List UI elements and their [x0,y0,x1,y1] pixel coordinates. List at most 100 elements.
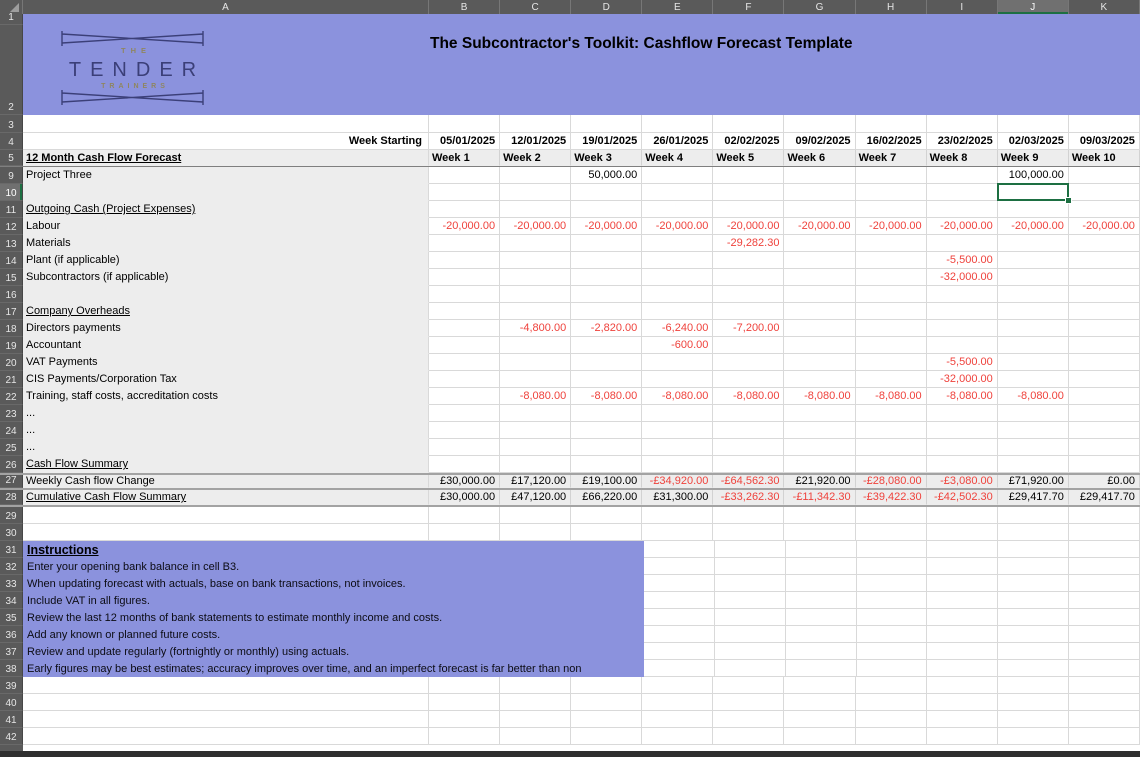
selected-cell-J10[interactable] [998,184,1069,201]
cell-J4[interactable]: 02/03/2025 [998,133,1069,150]
cell-F27[interactable]: -£64,562.30 [713,475,784,488]
cell-K13[interactable] [1069,235,1140,252]
cell-J12[interactable]: -20,000.00 [998,218,1069,235]
cell-F22[interactable]: -8,080.00 [713,388,784,405]
cell-A10[interactable] [23,184,429,201]
cell-J5[interactable]: Week 9 [998,150,1069,166]
cell-H39[interactable] [856,677,927,694]
cell-C10[interactable] [500,184,571,201]
instructions-row-33[interactable]: When updating forecast with actuals, bas… [23,575,644,592]
cell-C5[interactable]: Week 2 [500,150,571,166]
column-header-G[interactable]: G [784,0,855,14]
cell-G37[interactable] [786,643,857,660]
row-header-34[interactable]: 34 [0,592,23,609]
row-header-35[interactable]: 35 [0,609,23,626]
cell-E28[interactable]: £31,300.00 [642,490,713,505]
cell-A39[interactable] [23,677,429,694]
column-header-A[interactable]: A [23,0,429,14]
cell-A14[interactable]: Plant (if applicable) [23,252,429,269]
cell-K40[interactable] [1069,694,1140,711]
cell-B26[interactable] [429,456,500,473]
cell-J21[interactable] [998,371,1069,388]
cell-I30[interactable] [927,524,998,541]
cell-A4[interactable]: Week Starting [23,133,429,150]
cell-F36[interactable] [715,626,786,643]
cell-F41[interactable] [713,711,784,728]
cell-F3[interactable] [713,115,784,133]
row-header-14[interactable]: 14 [0,252,23,269]
cell-B21[interactable] [429,371,500,388]
cell-E36[interactable] [644,626,715,643]
cell-G22[interactable]: -8,080.00 [784,388,855,405]
row-header-15[interactable]: 15 [0,269,23,286]
cell-C12[interactable]: -20,000.00 [500,218,571,235]
cell-I38[interactable] [927,660,998,677]
cell-D13[interactable] [571,235,642,252]
cell-D14[interactable] [571,252,642,269]
cell-G39[interactable] [784,677,855,694]
cell-H41[interactable] [856,711,927,728]
cell-J37[interactable] [998,643,1069,660]
cell-A41[interactable] [23,711,429,728]
cell-C13[interactable] [500,235,571,252]
instructions-row-35[interactable]: Review the last 12 months of bank statem… [23,609,644,626]
cell-G4[interactable]: 09/02/2025 [784,133,855,150]
cell-C20[interactable] [500,354,571,371]
cell-C22[interactable]: -8,080.00 [500,388,571,405]
cell-B14[interactable] [429,252,500,269]
instructions-row-34[interactable]: Include VAT in all figures. [23,592,644,609]
cell-E13[interactable] [642,235,713,252]
cell-D5[interactable]: Week 3 [571,150,642,166]
cell-F16[interactable] [713,286,784,303]
cell-K38[interactable] [1069,660,1140,677]
cell-B9[interactable] [429,167,500,184]
cell-C25[interactable] [500,439,571,456]
cell-E15[interactable] [642,269,713,286]
row-header-13[interactable]: 13 [0,235,23,252]
row-header-25[interactable]: 25 [0,439,23,456]
cell-D24[interactable] [571,422,642,439]
cell-C4[interactable]: 12/01/2025 [500,133,571,150]
instructions-row-32[interactable]: Enter your opening bank balance in cell … [23,558,644,575]
cell-B12[interactable]: -20,000.00 [429,218,500,235]
cell-G32[interactable] [786,558,857,575]
cell-E26[interactable] [642,456,713,473]
cell-B39[interactable] [429,677,500,694]
cell-I10[interactable] [927,184,998,201]
cell-F42[interactable] [713,728,784,745]
cell-G19[interactable] [784,337,855,354]
cell-H11[interactable] [856,201,927,218]
cell-D21[interactable] [571,371,642,388]
row-header-28[interactable]: 28 [0,490,23,505]
cell-D26[interactable] [571,456,642,473]
cell-B19[interactable] [429,337,500,354]
cell-B24[interactable] [429,422,500,439]
cell-J24[interactable] [998,422,1069,439]
cell-E34[interactable] [644,592,715,609]
cell-A26[interactable]: Cash Flow Summary [23,456,429,473]
cell-J17[interactable] [998,303,1069,320]
cell-H25[interactable] [856,439,927,456]
cell-I15[interactable]: -32,000.00 [927,269,998,286]
cell-F26[interactable] [713,456,784,473]
cell-E10[interactable] [642,184,713,201]
cell-A40[interactable] [23,694,429,711]
cell-F24[interactable] [713,422,784,439]
cell-J16[interactable] [998,286,1069,303]
cell-D28[interactable]: £66,220.00 [571,490,642,505]
cell-H35[interactable] [857,609,928,626]
cell-F20[interactable] [713,354,784,371]
cell-K34[interactable] [1069,592,1140,609]
cell-G33[interactable] [786,575,857,592]
cell-K4[interactable]: 09/03/2025 [1069,133,1140,150]
cell-J11[interactable] [998,201,1069,218]
cell-C9[interactable] [500,167,571,184]
cell-C27[interactable]: £17,120.00 [500,475,571,488]
cell-J19[interactable] [998,337,1069,354]
cell-E21[interactable] [642,371,713,388]
cell-H24[interactable] [856,422,927,439]
cell-J23[interactable] [998,405,1069,422]
cell-H18[interactable] [856,320,927,337]
cell-I42[interactable] [927,728,998,745]
cell-D18[interactable]: -2,820.00 [571,320,642,337]
